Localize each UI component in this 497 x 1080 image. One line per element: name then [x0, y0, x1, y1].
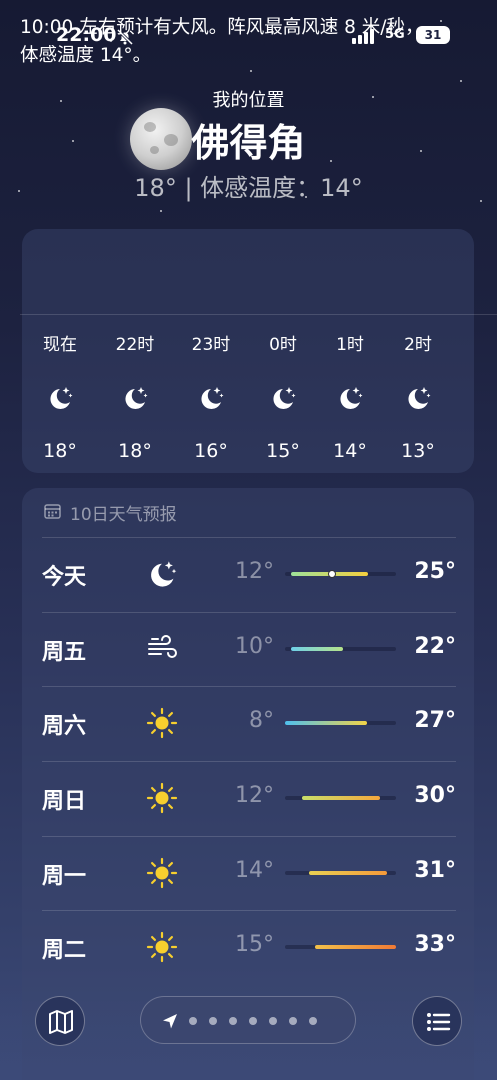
map-button[interactable] [35, 996, 85, 1046]
hourly-time: 23时 [191, 335, 231, 355]
temperature-range-bar [285, 647, 396, 651]
page-dot[interactable] [189, 1017, 197, 1025]
high-temp: 30° [414, 783, 456, 808]
page-dot[interactable] [249, 1017, 257, 1025]
low-temp: 10° [235, 634, 274, 659]
temperature-range-bar [285, 570, 396, 578]
temperature-range-fill [314, 945, 396, 949]
moon-stars-icon [146, 558, 178, 590]
sun-icon [146, 782, 178, 814]
current-temperature: 18° | 体感温度：14° [134, 174, 363, 202]
map-icon [49, 1010, 73, 1034]
sun-icon [146, 931, 178, 963]
page-indicator[interactable] [140, 996, 356, 1044]
daily-row[interactable]: 周六 8° 27° [0, 686, 497, 760]
temperature-range-fill [301, 796, 381, 800]
low-temp: 14° [235, 858, 274, 883]
hourly-temp: 18° [118, 440, 152, 462]
low-temp: 8° [249, 708, 274, 733]
daily-row[interactable]: 周一 14° 31° [0, 836, 497, 910]
page-dot[interactable] [289, 1017, 297, 1025]
sun-icon [146, 707, 178, 739]
city-name: 佛得角 [191, 121, 306, 165]
day-name: 周日 [42, 789, 87, 814]
daily-row[interactable]: 今天 12° 25° [0, 537, 497, 611]
day-name: 周五 [42, 640, 87, 665]
hourly-time: 22时 [115, 335, 155, 355]
hourly-time: 现在 [43, 335, 77, 355]
high-temp: 31° [414, 858, 456, 883]
day-name: 周二 [42, 938, 87, 963]
calendar-icon [44, 504, 61, 519]
daily-forecast-title: 10日天气预报 [70, 505, 177, 525]
page-dot[interactable] [309, 1017, 317, 1025]
temperature-range-bar [285, 871, 396, 875]
divider [20, 314, 497, 315]
hourly-time: 1时 [336, 335, 364, 355]
page-dot[interactable] [209, 1017, 217, 1025]
moon-stars-icon [121, 384, 149, 412]
temperature-range-bar [285, 721, 396, 725]
day-name: 今天 [42, 565, 87, 590]
current-temp-marker [327, 570, 336, 578]
city-list-button[interactable] [412, 996, 462, 1046]
moon-stars-icon [197, 384, 225, 412]
temperature-range-fill [309, 871, 388, 875]
moon-stars-icon [269, 384, 297, 412]
temperature-range-fill [285, 721, 368, 725]
high-temp: 27° [414, 708, 456, 733]
list-icon [427, 1013, 451, 1031]
day-name: 周一 [42, 864, 87, 889]
hourly-temp: 16° [194, 440, 228, 462]
page-dot[interactable] [269, 1017, 277, 1025]
location-label: 我的位置 [212, 90, 285, 111]
hourly-temp: 13° [401, 440, 435, 462]
hourly-item-partial [466, 330, 474, 470]
temperature-range-bar [285, 945, 396, 949]
daily-row[interactable]: 周二 15° 33° [0, 910, 497, 984]
hourly-temp: 14° [333, 440, 367, 462]
temperature-range-bar [285, 796, 396, 800]
moon-stars-icon [336, 384, 364, 412]
low-temp: 15° [235, 932, 274, 957]
sun-icon [146, 857, 178, 889]
hourly-temp: 18° [43, 440, 77, 462]
daily-row[interactable]: 周日 12° 30° [0, 761, 497, 835]
temperature-range-fill [290, 647, 343, 651]
high-temp: 22° [414, 634, 456, 659]
wind-icon [146, 633, 178, 665]
low-temp: 12° [235, 783, 274, 808]
location-arrow-icon [163, 1014, 177, 1029]
hourly-time: 2时 [404, 335, 432, 355]
day-name: 周六 [42, 714, 87, 739]
hourly-temp: 15° [266, 440, 300, 462]
daily-row[interactable]: 周五 10° 22° [0, 612, 497, 686]
hourly-time: 0时 [269, 335, 297, 355]
moon-stars-icon [404, 384, 432, 412]
high-temp: 33° [414, 932, 456, 957]
low-temp: 12° [235, 559, 274, 584]
high-temp: 25° [414, 559, 456, 584]
moon-stars-icon [46, 384, 74, 412]
weather-alert-text: 10:00 左右预计有大风。阵风最高风速 8 米/秒，体感温度 14°。 [20, 17, 424, 66]
page-dot[interactable] [229, 1017, 237, 1025]
